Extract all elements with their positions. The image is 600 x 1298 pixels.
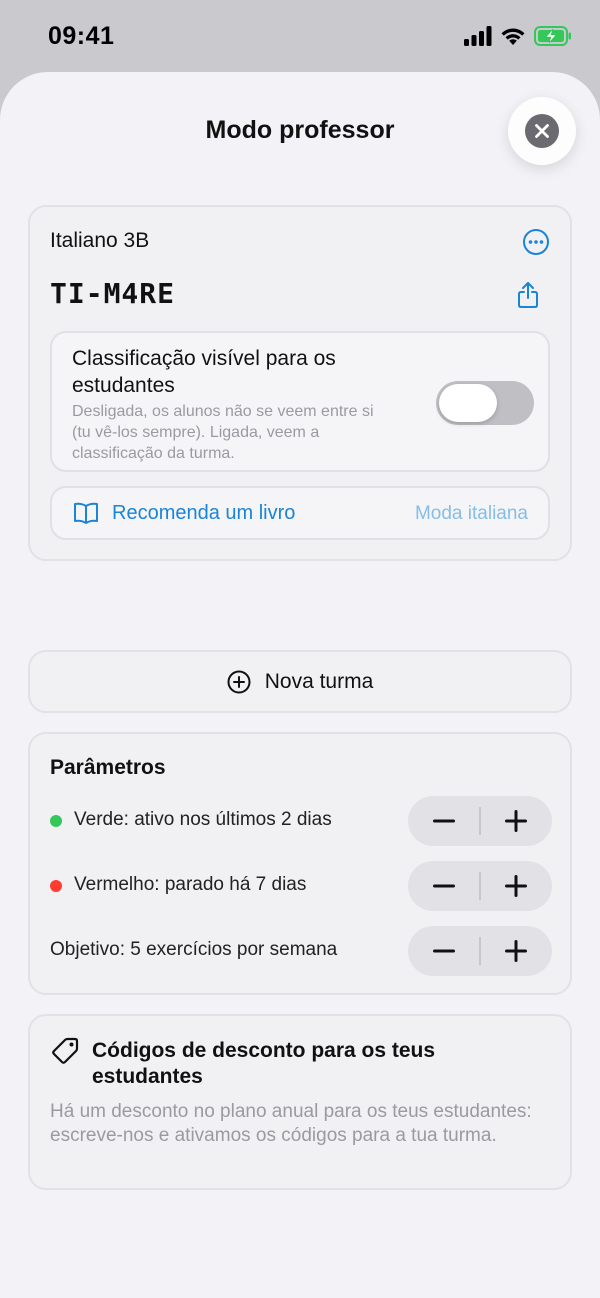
plus-icon xyxy=(505,875,527,897)
plus-icon xyxy=(505,940,527,962)
new-class-button[interactable]: Nova turma xyxy=(28,650,572,713)
cellular-signal-icon xyxy=(464,26,492,46)
param-row-red: Vermelho: parado há 7 dias xyxy=(50,861,552,911)
ranking-visibility-toggle[interactable] xyxy=(436,381,534,425)
parameters-title: Parâmetros xyxy=(50,756,166,779)
parameters-card: Parâmetros Verde: ativo nos últimos 2 di… xyxy=(28,732,572,995)
discount-codes-card: Códigos de desconto para os teus estudan… xyxy=(28,1014,572,1190)
discount-description: Há um desconto no plano anual para os te… xyxy=(50,1101,532,1146)
param-red-text: Vermelho: parado há 7 dias xyxy=(74,874,307,895)
param-row-green: Verde: ativo nos últimos 2 dias xyxy=(50,796,552,846)
decrement-button[interactable] xyxy=(408,861,480,911)
status-time: 09:41 xyxy=(48,22,115,50)
increment-button[interactable] xyxy=(480,926,552,976)
status-bar: 09:41 xyxy=(0,0,600,72)
param-green-text: Verde: ativo nos últimos 2 dias xyxy=(74,809,332,830)
increment-button[interactable] xyxy=(480,861,552,911)
decrement-button[interactable] xyxy=(408,926,480,976)
green-status-dot xyxy=(50,815,62,827)
battery-charging-icon xyxy=(534,26,571,46)
book-icon xyxy=(74,502,98,524)
share-icon xyxy=(518,282,538,308)
param-row-goal: Objetivo: 5 exercícios por semana xyxy=(50,926,552,976)
param-goal-text: Objetivo: 5 exercícios por semana xyxy=(50,939,338,960)
plus-circle-icon xyxy=(227,670,251,693)
status-icons xyxy=(464,26,572,46)
share-button[interactable] xyxy=(516,281,540,309)
green-days-stepper xyxy=(408,796,552,846)
recommend-book-button[interactable]: Recomenda um livro Moda italiana xyxy=(50,486,550,540)
minus-icon xyxy=(433,884,455,888)
weekly-goal-stepper xyxy=(408,926,552,976)
red-status-dot xyxy=(50,880,62,892)
book-subject: Moda italiana xyxy=(414,503,528,524)
tag-icon xyxy=(52,1037,79,1064)
ranking-title: Classificação visível para os estudantes xyxy=(72,347,336,397)
close-button[interactable] xyxy=(508,97,576,165)
close-icon xyxy=(525,114,559,148)
new-class-content: Nova turma xyxy=(30,652,570,711)
wifi-icon xyxy=(501,28,525,45)
more-options-button[interactable] xyxy=(522,228,550,256)
class-code: TI-M4RE xyxy=(50,277,176,310)
minus-icon xyxy=(433,949,455,953)
new-class-label: Nova turma xyxy=(264,669,374,693)
increment-button[interactable] xyxy=(480,796,552,846)
decrement-button[interactable] xyxy=(408,796,480,846)
toggle-knob xyxy=(439,384,497,422)
plus-icon xyxy=(505,810,527,832)
recommend-book-label: Recomenda um livro xyxy=(112,502,296,524)
teacher-mode-sheet: Modo professor Italiano 3B TI-M4RE Class… xyxy=(0,72,600,1298)
ranking-visibility-setting: Classificação visível para os estudantes… xyxy=(50,331,550,472)
red-days-stepper xyxy=(408,861,552,911)
ellipsis-circle-icon xyxy=(523,229,549,255)
ranking-description: Desligada, os alunos não se veem entre s… xyxy=(72,403,374,462)
discount-title: Códigos de desconto para os teus estudan… xyxy=(92,1039,436,1088)
class-card: Italiano 3B TI-M4RE Classificação visíve… xyxy=(28,205,572,561)
class-name: Italiano 3B xyxy=(50,229,150,252)
minus-icon xyxy=(433,819,455,823)
